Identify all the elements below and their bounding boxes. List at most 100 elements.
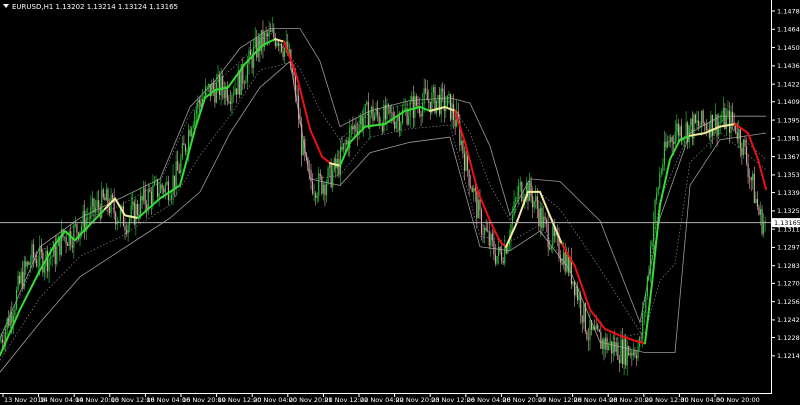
candle-body (687, 122, 689, 143)
candle-body (479, 199, 481, 211)
candle-body (471, 187, 473, 193)
candle-body (236, 88, 238, 95)
candle-body (40, 246, 42, 253)
candle-body (96, 200, 98, 208)
candle (338, 150, 340, 179)
candle (243, 80, 245, 89)
candle-body (200, 102, 202, 107)
candle (118, 220, 120, 223)
candle-body (504, 246, 506, 264)
candle (750, 176, 752, 192)
candle-body (701, 110, 703, 127)
candle-body (294, 75, 297, 96)
candle-body (587, 338, 589, 340)
candle (756, 190, 758, 210)
chart-window[interactable]: 1.14785 1.14645 1.14505 1.14365 1.14225 1.140… (0, 0, 800, 405)
candle-body (690, 118, 692, 126)
candle-body (108, 207, 111, 213)
candle (462, 139, 464, 159)
candle (6, 317, 8, 336)
candle (747, 153, 749, 184)
price-chart[interactable]: 1.14785 1.14645 1.14505 1.14365 1.14225 1.140… (0, 0, 800, 405)
price-tick-label: 1.13810 (777, 135, 800, 143)
candle (628, 345, 630, 357)
candle-body (628, 346, 630, 356)
candle-body (583, 303, 585, 323)
candle-body (473, 187, 475, 193)
candle (615, 337, 617, 356)
candle (214, 79, 216, 108)
candle-body (352, 125, 354, 130)
candle (764, 216, 766, 232)
candle-body (6, 318, 8, 330)
candle-body (622, 339, 624, 365)
candle-body (432, 87, 434, 93)
time-axis[interactable]: 13 Nov 201814 Nov 04:0014 Nov 20:0015 No… (2, 393, 760, 404)
candle (493, 230, 495, 261)
candle-body (649, 246, 651, 274)
candle-body (490, 233, 492, 246)
candle (690, 117, 692, 135)
candle-body (277, 42, 279, 46)
candle (704, 121, 706, 132)
candle-body (375, 107, 377, 116)
candle-body (408, 116, 410, 125)
candle-body (322, 184, 324, 194)
candle-body (502, 260, 504, 264)
candle (732, 102, 734, 130)
candle-body (713, 129, 715, 136)
price-tick-label: 1.14365 (777, 62, 800, 70)
candle (9, 306, 11, 329)
candle (158, 181, 160, 207)
candle (256, 29, 258, 61)
candle (521, 180, 523, 203)
candle-body (188, 130, 190, 151)
candle-body (87, 218, 89, 220)
candle (412, 85, 414, 129)
candle-body (400, 122, 402, 131)
candle (386, 98, 388, 131)
candle-body (181, 143, 183, 159)
candle-body (335, 158, 337, 169)
candle (223, 81, 225, 105)
symbol-info-text: EURUSD,H1 1.13202 1.13214 1.13124 1.1316… (12, 3, 178, 11)
candle (59, 236, 61, 262)
candle (635, 349, 638, 367)
candle-body (90, 205, 92, 219)
candle (237, 64, 239, 95)
candle (584, 302, 586, 335)
candle-body (279, 43, 281, 46)
candle-body (412, 96, 414, 118)
candle-body (26, 261, 28, 267)
candle-body (64, 236, 66, 238)
candle (42, 248, 44, 277)
candle-body (387, 104, 390, 107)
candle-body (361, 116, 363, 129)
candle-body (625, 338, 627, 366)
candle-body (184, 145, 186, 152)
candle-body (761, 209, 763, 234)
candle (284, 46, 286, 64)
candle (189, 125, 191, 138)
candle (752, 170, 754, 190)
candle-body (536, 196, 538, 209)
candle-body (594, 327, 596, 330)
candle-body (597, 324, 599, 330)
candle-body (276, 42, 278, 46)
candle (313, 183, 315, 202)
candle-body (102, 189, 104, 198)
candle (594, 319, 596, 331)
candle-body (659, 173, 661, 188)
candle-body (212, 83, 214, 90)
dropdown-arrow-icon[interactable] (3, 4, 9, 8)
candle-body (191, 127, 193, 137)
candle (343, 143, 345, 154)
candle (663, 130, 665, 171)
candle (65, 233, 67, 254)
candle-body (697, 120, 700, 126)
candle-body (170, 194, 173, 200)
price-axis[interactable]: 1.14785 1.14645 1.14505 1.14365 1.14225 1.140… (771, 7, 800, 360)
candle-body (515, 199, 517, 202)
candle-body (750, 177, 752, 181)
candle-body (550, 246, 552, 250)
